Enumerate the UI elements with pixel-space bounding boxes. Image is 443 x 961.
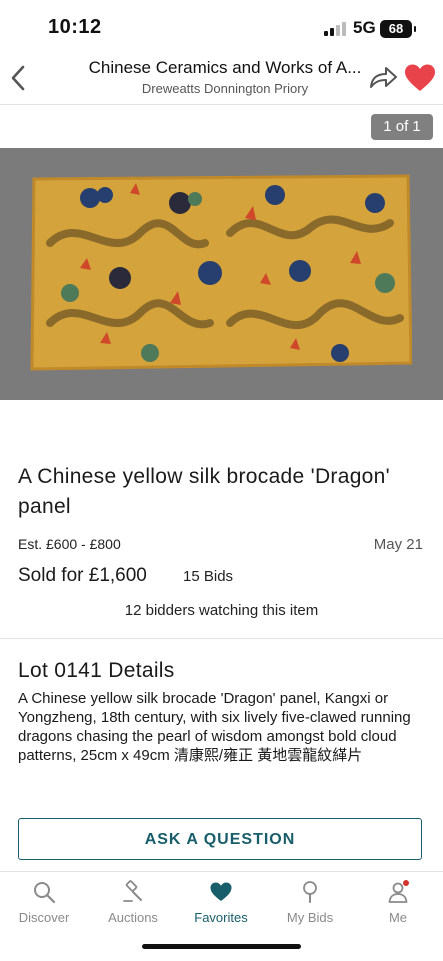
ask-question-button[interactable]: ASK A QUESTION	[18, 818, 422, 860]
lot-image[interactable]	[0, 148, 443, 400]
share-icon	[370, 67, 397, 88]
home-indicator	[142, 944, 301, 949]
header-divider	[0, 104, 443, 105]
tab-label: Favorites	[194, 910, 248, 925]
auction-house: Dreweatts Donnington Priory	[141, 81, 309, 96]
battery-icon: 68	[380, 20, 416, 38]
watchers-count: 12 bidders watching this item	[124, 602, 319, 619]
sold-price: Sold for £1,600	[18, 565, 147, 586]
status-time: 10:12	[48, 16, 102, 38]
tab-my-bids[interactable]: My Bids	[266, 872, 354, 932]
signal-icon	[324, 22, 346, 36]
gavel-icon	[123, 880, 142, 902]
person-icon	[388, 880, 409, 903]
tab-auctions[interactable]: Auctions	[89, 872, 177, 932]
tab-label: My Bids	[286, 910, 334, 925]
lot-title: A Chinese yellow silk brocade 'Dragon' p…	[18, 465, 390, 518]
favorite-button[interactable]	[403, 63, 437, 93]
share-button[interactable]	[367, 62, 399, 94]
tab-favorites[interactable]: Favorites	[177, 872, 265, 932]
network-type: 5G	[353, 18, 376, 37]
page-title: Chinese Ceramics and Works of A...	[88, 58, 362, 77]
sale-date: May 21	[373, 536, 423, 553]
details-heading: Lot 0141 Details	[18, 659, 175, 682]
back-button[interactable]	[6, 60, 32, 96]
chevron-left-icon	[11, 65, 25, 91]
image-counter: 1 of 1	[371, 114, 433, 140]
bid-count[interactable]: 15 Bids	[183, 568, 233, 585]
search-icon	[34, 882, 56, 904]
heart-icon	[405, 64, 435, 91]
tab-me[interactable]: Me	[354, 872, 442, 932]
tab-label: Auctions	[108, 910, 158, 925]
estimate: Est. £600 - £800	[18, 536, 121, 552]
section-divider	[0, 638, 443, 639]
lot-description: A Chinese yellow silk brocade 'Dragon' p…	[18, 690, 411, 764]
tab-label: Discover	[18, 910, 70, 925]
heart-icon	[210, 882, 232, 901]
paddle-icon	[303, 881, 317, 903]
tab-discover[interactable]: Discover	[0, 872, 88, 932]
dragon-panel-image	[30, 174, 412, 371]
tab-label: Me	[388, 910, 408, 925]
